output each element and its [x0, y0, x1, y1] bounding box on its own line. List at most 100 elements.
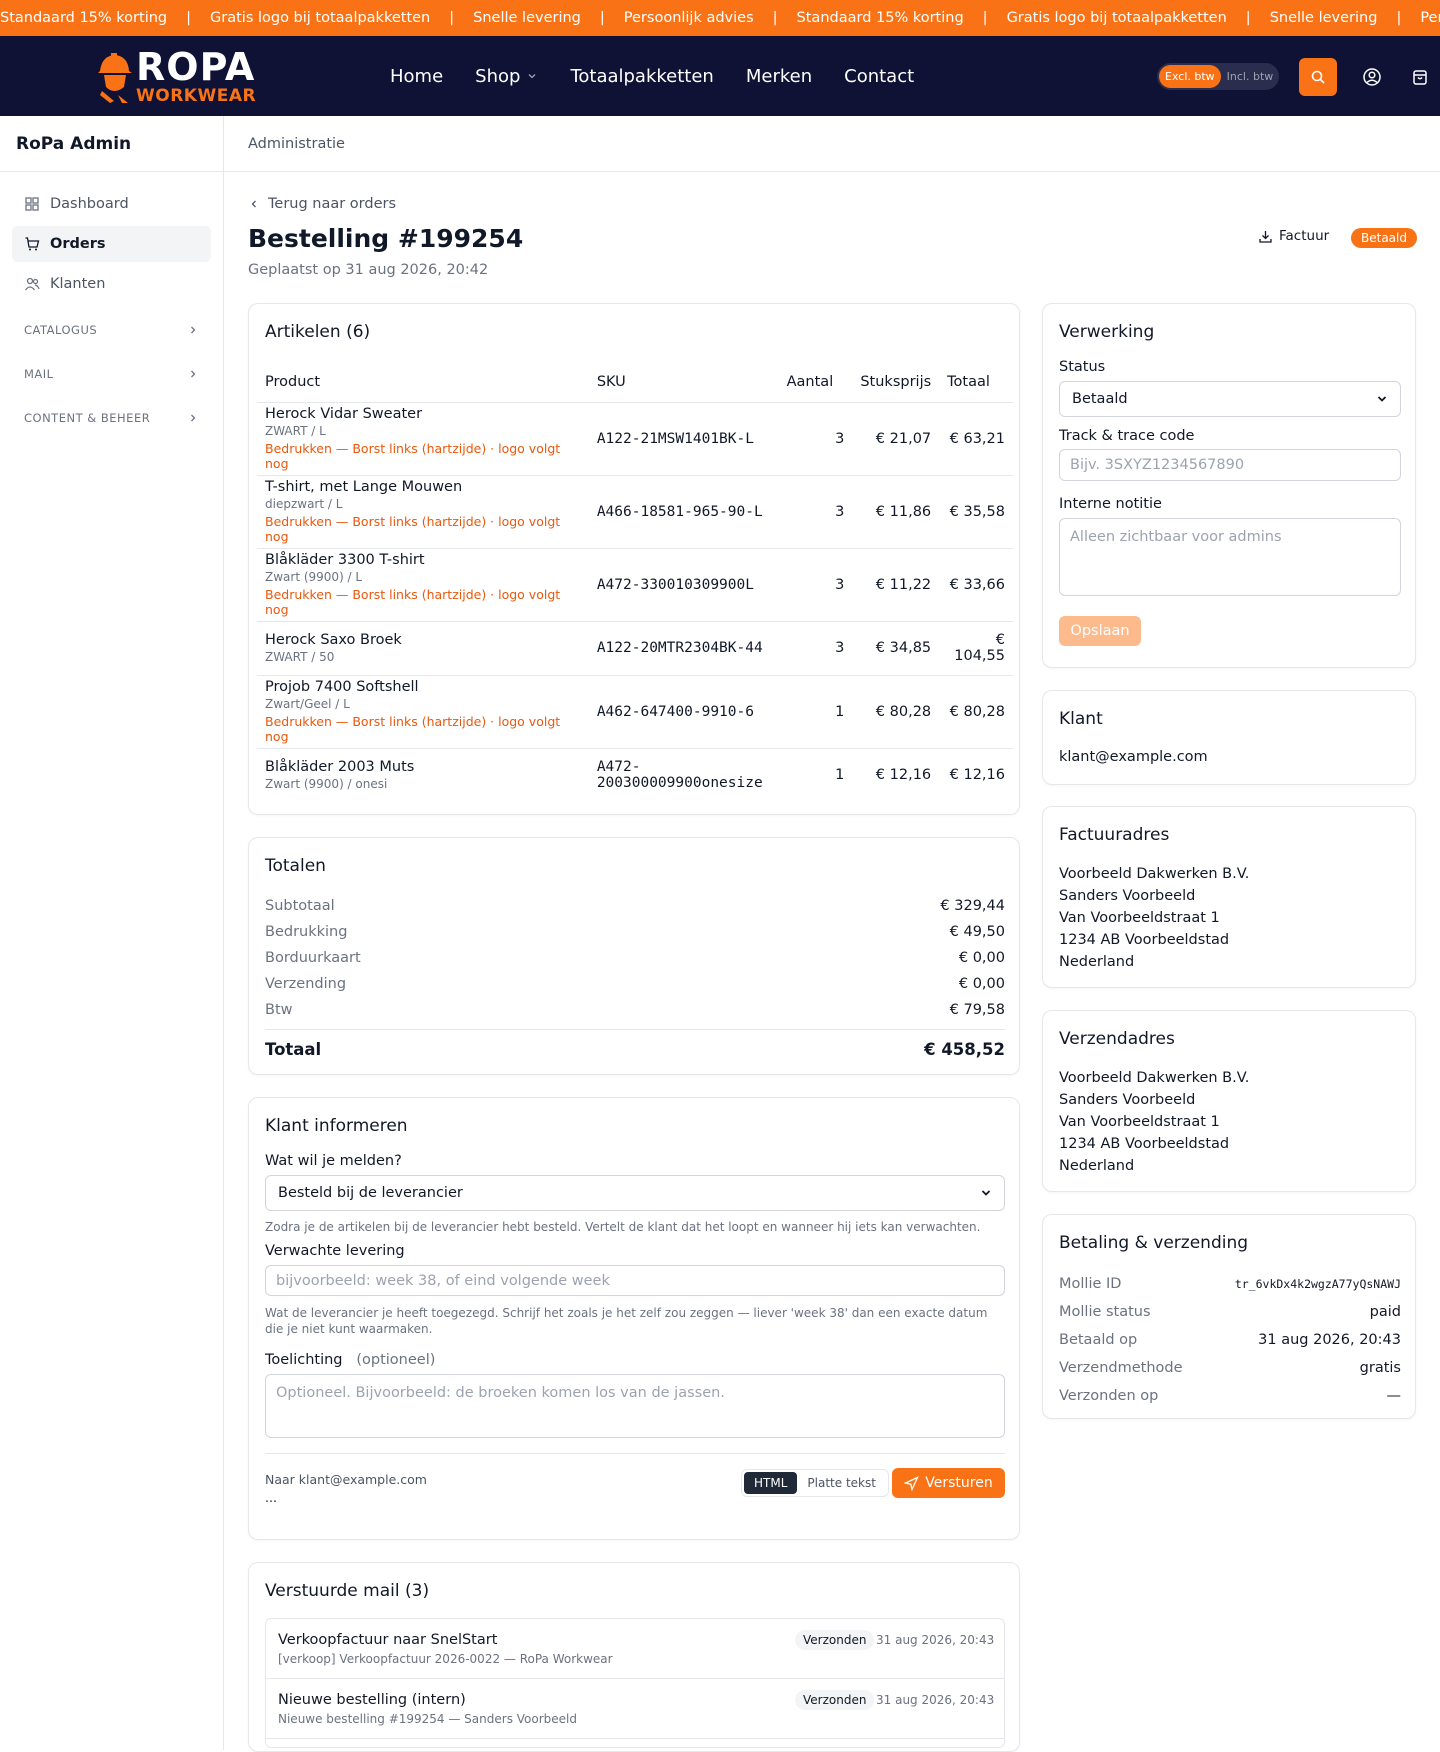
table-row: Herock Saxo Broek ZWART / 50 A122-20MTR23… — [257, 621, 1013, 676]
col-price: Stuksprijs — [852, 362, 940, 403]
save-button[interactable]: Opslaan — [1059, 616, 1141, 646]
grid-icon — [25, 197, 39, 211]
payment-row: Mollie status paid — [1059, 1304, 1401, 1320]
totals-row: Btw € 79,58 — [265, 1002, 1005, 1018]
btw-excl[interactable]: Excl. btw — [1159, 65, 1221, 88]
totals-row: Bedrukking € 49,50 — [265, 924, 1005, 940]
cart-button[interactable] — [1409, 66, 1431, 88]
sidebar-item-orders[interactable]: Orders — [12, 226, 211, 262]
payment-row: Betaald op 31 aug 2026, 20:43 — [1059, 1332, 1401, 1348]
ticker-item: Persoonlijk advies — [623, 10, 754, 26]
notify-title: Klant informeren — [265, 1116, 408, 1136]
payment-card: Betaling & verzending Mollie ID tr_6vkDx4… — [1042, 1214, 1416, 1419]
chevron-down-icon — [981, 1190, 991, 1196]
breadcrumb: Administratie — [224, 116, 1440, 172]
items-title: Artikelen (6) — [265, 322, 371, 342]
sidebar-section-catalogus[interactable]: CATALOGUS — [12, 308, 211, 352]
menu-packages[interactable]: Totaalpakketten — [570, 66, 713, 87]
shopping-bag-icon — [1413, 70, 1427, 85]
grand-total: Totaal € 458,52 — [265, 1029, 1005, 1069]
brand-logo[interactable]: ROPA WORKWEAR — [96, 48, 256, 105]
shipping-title: Verzendadres — [1059, 1029, 1175, 1049]
search-icon — [1311, 70, 1325, 84]
table-row: T-shirt, met Lange Mouwen diepzwart / L Be… — [257, 475, 1013, 549]
recipient-more: ... — [265, 1490, 277, 1505]
sidebar-section-mail[interactable]: MAIL — [12, 352, 211, 396]
send-icon — [904, 1475, 920, 1491]
format-toggle[interactable]: HTML Platte tekst — [741, 1469, 889, 1497]
menu-shop[interactable]: Shop — [475, 66, 538, 87]
col-total: Totaal — [939, 362, 1013, 403]
col-qty: Aantal — [778, 362, 853, 403]
internal-note-label: Interne notitie — [1059, 496, 1162, 512]
chevron-down-icon — [528, 74, 536, 79]
note-label: Toelichting (optioneel) — [265, 1352, 436, 1368]
customer-email[interactable]: klant@example.com — [1059, 749, 1208, 765]
chevron-left-icon — [251, 200, 256, 208]
totals-card: Totalen Subtotaal € 329,44 Bedrukking € 49… — [248, 837, 1020, 1075]
delivery-hint: Wat de leverancier je heeft toegezegd. S… — [265, 1306, 988, 1336]
format-plain[interactable]: Platte tekst — [797, 1472, 886, 1494]
account-button[interactable] — [1361, 66, 1383, 88]
send-button[interactable]: Versturen — [892, 1468, 1005, 1498]
col-product: Product — [257, 362, 589, 403]
ticker-item: Gratis logo bij totaalpakketten — [210, 10, 431, 26]
what-label: Wat wil je melden? — [265, 1153, 402, 1169]
worker-helmet-icon — [96, 51, 132, 103]
sidebar-item-dashboard[interactable]: Dashboard — [12, 186, 211, 222]
status-select[interactable]: Betaald — [1059, 381, 1401, 417]
menu-brands[interactable]: Merken — [746, 66, 812, 87]
sent-list: Verkoopfactuur naar SnelStart [verkoop] … — [265, 1618, 1005, 1748]
totals-title: Totalen — [265, 856, 326, 876]
sidebar-item-customers[interactable]: Klanten — [12, 266, 211, 302]
menu-contact[interactable]: Contact — [844, 66, 914, 87]
brand-name: ROPA — [136, 45, 256, 89]
menu-home[interactable]: Home — [390, 66, 443, 87]
status-label: Status — [1059, 359, 1106, 375]
back-link[interactable]: Terug naar orders — [248, 196, 396, 212]
totals-row: Borduurkaart € 0,00 — [265, 950, 1005, 966]
internal-note-textarea[interactable]: Alleen zichtbaar voor admins — [1059, 518, 1401, 596]
table-row: Projob 7400 Softshell Zwart/Geel / L Bedru… — [257, 675, 1013, 749]
ticker-item: Gratis logo bij totaalpakketten — [1006, 10, 1227, 26]
track-input[interactable]: Bijv. 3SXYZ1234567890 — [1059, 449, 1401, 481]
cart-icon — [25, 237, 40, 251]
order-placed: Geplaatst op 31 aug 2026, 20:42 — [248, 262, 489, 278]
list-item[interactable]: Nieuwe bestelling (intern) Nieuwe bestel… — [266, 1679, 1004, 1739]
billing-address: Voorbeeld Dakwerken B.V. Sanders Voorbee… — [1059, 866, 1250, 970]
list-item[interactable]: Verkoopfactuur naar SnelStart [verkoop] … — [266, 1619, 1004, 1679]
download-icon — [1259, 230, 1272, 243]
billing-card: Factuuradres Voorbeeld Dakwerken B.V. Sa… — [1042, 806, 1416, 988]
recipient: Naar klant@example.com — [265, 1472, 427, 1487]
payment-row: Mollie ID tr_6vkDx4k2wgzA77yQsNAWJ — [1059, 1276, 1401, 1292]
search-button[interactable] — [1299, 58, 1337, 96]
btw-toggle[interactable]: Excl. btw Incl. btw — [1157, 63, 1279, 90]
format-html[interactable]: HTML — [744, 1472, 798, 1494]
payment-row: Verzendmethode gratis — [1059, 1360, 1401, 1376]
delivery-input[interactable]: bijvoorbeeld: week 38, of eind volgende … — [265, 1265, 1005, 1296]
items-card: Artikelen (6) Product SKU Aantal Stukspr… — [248, 303, 1020, 815]
invoice-download-button[interactable]: Factuur — [1258, 228, 1329, 244]
payment-row: Verzonden op — — [1059, 1388, 1401, 1404]
processing-title: Verwerking — [1059, 322, 1155, 342]
ticker-item: Standaard 15% korting — [796, 10, 964, 26]
sidebar-section-content[interactable]: CONTENT & BEHEER — [12, 396, 211, 440]
chevron-down-icon — [1377, 396, 1387, 402]
billing-title: Factuuradres — [1059, 825, 1170, 845]
payment-title: Betaling & verzending — [1059, 1233, 1249, 1253]
sent-mail-card: Verstuurde mail (3) Verkoopfactuur naar … — [248, 1562, 1020, 1752]
note-textarea[interactable]: Optioneel. Bijvoorbeeld: de broeken kome… — [265, 1374, 1005, 1438]
message-type-select[interactable]: Besteld bij de leverancier — [265, 1175, 1005, 1211]
status-badge: Verzonden — [795, 1690, 875, 1710]
ticker-item: Standaard 15% korting — [0, 10, 168, 26]
sent-title: Verstuurde mail (3) — [265, 1581, 430, 1601]
customer-title: Klant — [1059, 709, 1103, 729]
status-badge: Verzonden — [795, 1630, 875, 1650]
delivery-label: Verwachte levering — [265, 1243, 405, 1259]
admin-sidebar: RoPa Admin Dashboard Orders Klanten CATA… — [0, 116, 224, 1750]
promo-ticker: Standaard 15% korting | Gratis logo bij t… — [0, 0, 1440, 36]
users-icon — [24, 277, 40, 291]
btw-incl[interactable]: Incl. btw — [1221, 70, 1274, 83]
chevron-right-icon — [191, 414, 196, 422]
shipping-address: Voorbeeld Dakwerken B.V. Sanders Voorbee… — [1059, 1070, 1250, 1174]
